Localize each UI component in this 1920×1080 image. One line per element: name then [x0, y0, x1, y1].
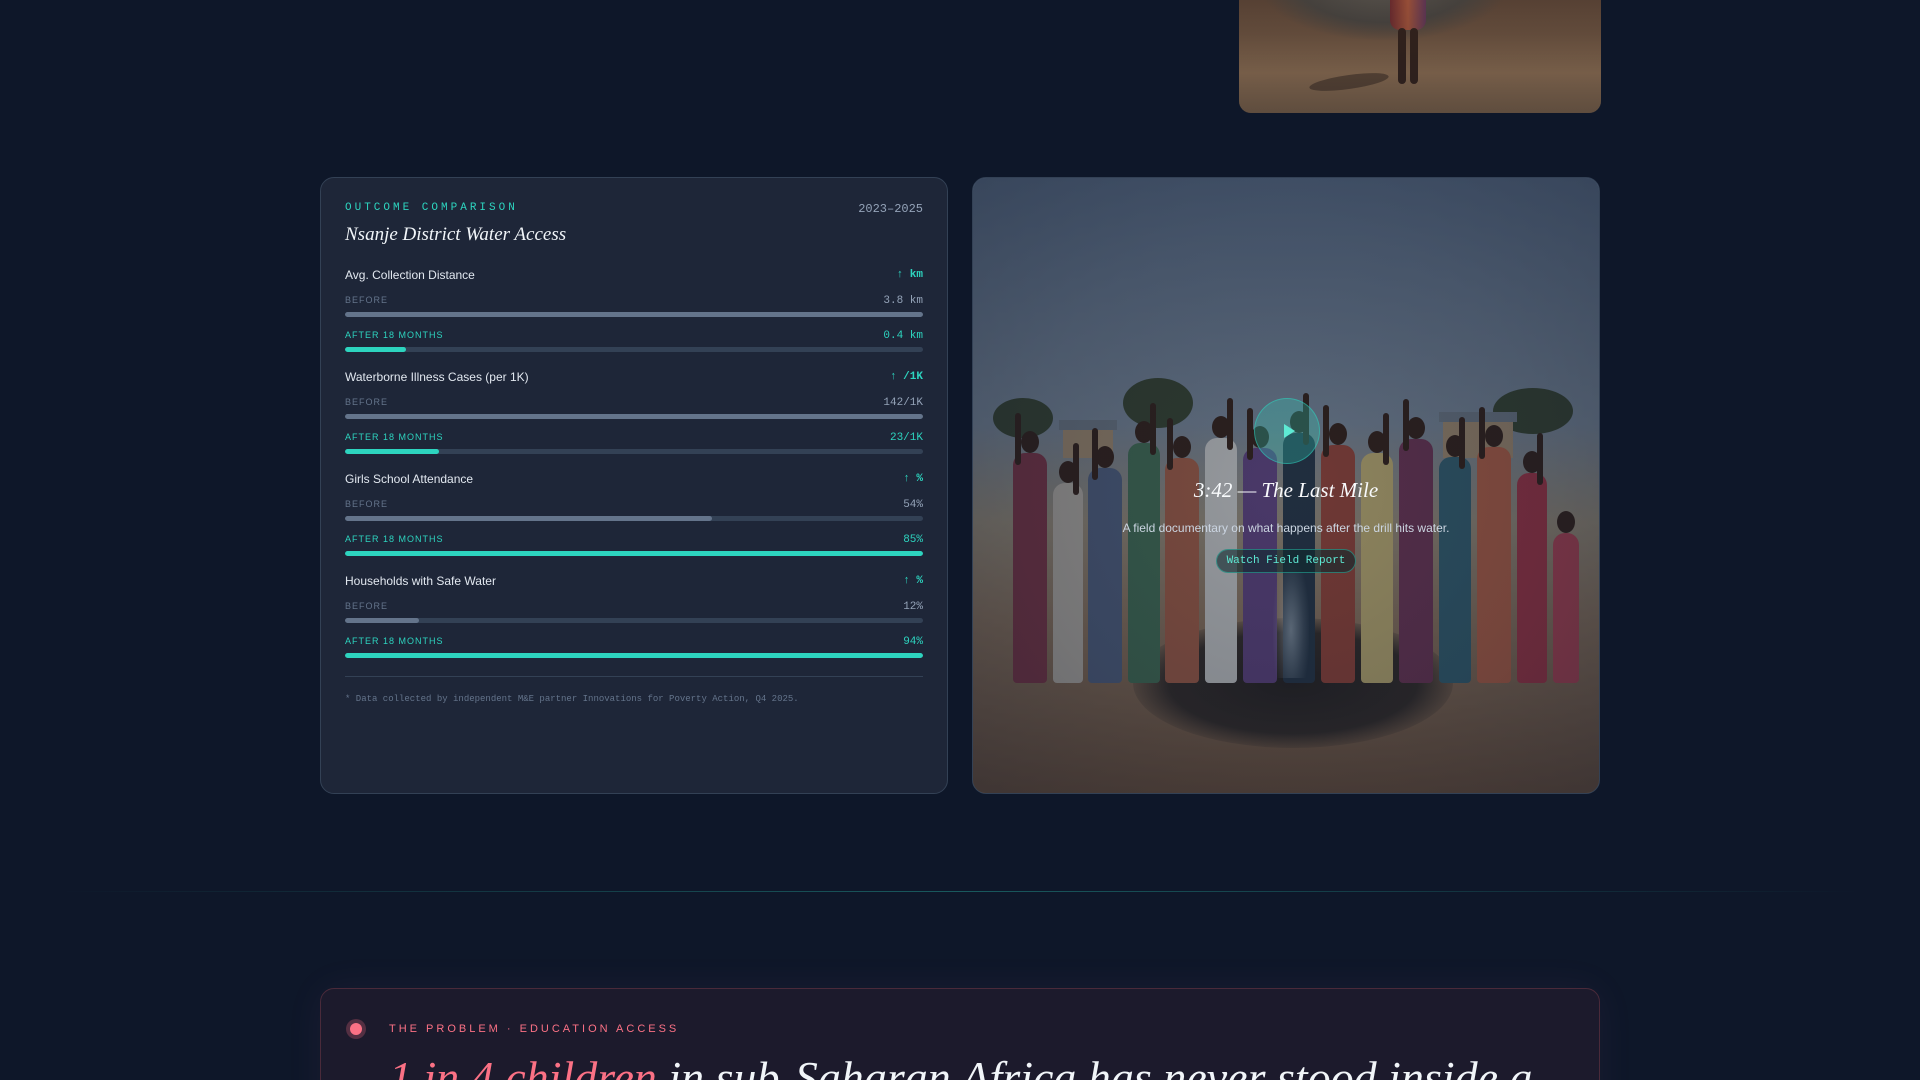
after-value: 85% — [903, 534, 923, 546]
metric-header: Waterborne Illness Cases (per 1K) ↑ /1K — [345, 370, 923, 384]
after-row: AFTER 18 MONTHS 94% — [345, 636, 923, 658]
after-row: AFTER 18 MONTHS 85% — [345, 534, 923, 556]
metric-label: Avg. Collection Distance — [345, 268, 475, 282]
after-value: 94% — [903, 636, 923, 648]
before-row: BEFORE 3.8 km — [345, 295, 923, 317]
metric-trend: ↑ km — [896, 269, 923, 281]
metric-label: Girls School Attendance — [345, 472, 474, 486]
after-bar — [345, 653, 923, 658]
date-range: 2023–2025 — [858, 202, 923, 216]
metric-item: Avg. Collection Distance ↑ km BEFORE 3.8 km… — [345, 268, 923, 352]
problem-headline: 1 in 4 children in sub-Saharan Africa ha… — [389, 1051, 1533, 1080]
after-label: AFTER 18 MONTHS — [345, 534, 444, 544]
before-bar — [345, 516, 713, 521]
after-bar-track — [345, 347, 923, 352]
metric-header: Avg. Collection Distance ↑ km — [345, 268, 923, 282]
section-divider — [60, 891, 1860, 892]
before-value: 3.8 km — [883, 295, 923, 307]
after-row: AFTER 18 MONTHS 0.4 km — [345, 330, 923, 352]
card-header: OUTCOME COMPARISON 2023–2025 — [345, 202, 923, 216]
after-bar-track — [345, 653, 923, 658]
after-bar-track — [345, 449, 923, 454]
metric-trend: ↑ % — [903, 473, 923, 485]
metric-trend: ↑ /1K — [889, 371, 923, 383]
data-footnote: * Data collected by independent M&E part… — [345, 676, 923, 704]
before-bar-track — [345, 618, 923, 623]
video-description: A field documentary on what happens afte… — [1122, 521, 1450, 535]
before-bar-track — [345, 516, 923, 521]
after-bar — [345, 449, 439, 454]
before-bar — [345, 618, 419, 623]
metrics-list: Avg. Collection Distance ↑ km BEFORE 3.8 km… — [345, 268, 923, 658]
play-icon — [1283, 424, 1295, 438]
video-title: 3:42 — The Last Mile — [1193, 478, 1379, 502]
metric-header: Households with Safe Water ↑ % — [345, 574, 923, 588]
after-bar-track — [345, 551, 923, 556]
outcome-comparison-card: OUTCOME COMPARISON 2023–2025 Nsanje Dist… — [320, 177, 948, 794]
metric-item: Households with Safe Water ↑ % BEFORE 12% AF… — [345, 574, 923, 658]
alert-dot-icon — [350, 1023, 362, 1035]
after-value: 0.4 km — [883, 330, 923, 342]
metric-header: Girls School Attendance ↑ % — [345, 472, 923, 486]
field-photo — [1239, 0, 1601, 113]
before-row: BEFORE 54% — [345, 499, 923, 521]
before-bar-track — [345, 312, 923, 317]
after-row: AFTER 18 MONTHS 23/1K — [345, 432, 923, 454]
before-row: BEFORE 12% — [345, 601, 923, 623]
before-label: BEFORE — [345, 499, 389, 509]
metric-item: Waterborne Illness Cases (per 1K) ↑ /1K BE… — [345, 370, 923, 454]
card-kicker: OUTCOME COMPARISON — [345, 202, 518, 214]
before-bar-track — [345, 414, 923, 419]
before-value: 12% — [903, 601, 923, 613]
headline-rest: in sub-Saharan Africa has never stood in… — [656, 1052, 1533, 1080]
video-caption: 3:42 — The Last Mile A field documentary… — [973, 478, 1599, 573]
watch-field-report-button[interactable]: Watch Field Report — [1215, 549, 1357, 573]
before-value: 54% — [903, 499, 923, 511]
after-label: AFTER 18 MONTHS — [345, 330, 444, 340]
card-title: Nsanje District Water Access — [345, 224, 567, 245]
metric-item: Girls School Attendance ↑ % BEFORE 54% AFTER… — [345, 472, 923, 556]
metric-label: Waterborne Illness Cases (per 1K) — [345, 370, 529, 384]
before-label: BEFORE — [345, 295, 389, 305]
before-value: 142/1K — [883, 397, 923, 409]
before-label: BEFORE — [345, 601, 389, 611]
video-card[interactable]: 3:42 — The Last Mile A field documentary… — [972, 177, 1600, 794]
after-bar — [345, 551, 923, 556]
page: OUTCOME COMPARISON 2023–2025 Nsanje Dist… — [0, 0, 1920, 1080]
after-label: AFTER 18 MONTHS — [345, 432, 444, 442]
before-row: BEFORE 142/1K — [345, 397, 923, 419]
after-label: AFTER 18 MONTHS — [345, 636, 444, 646]
headline-highlight: 1 in 4 children — [389, 1052, 657, 1080]
metric-label: Households with Safe Water — [345, 574, 496, 588]
after-bar — [345, 347, 406, 352]
play-button[interactable] — [1254, 398, 1320, 464]
before-bar — [345, 312, 923, 317]
problem-card: THE PROBLEM · EDUCATION ACCESS 1 in 4 ch… — [320, 988, 1600, 1080]
metric-trend: ↑ % — [903, 575, 923, 587]
problem-kicker: THE PROBLEM · EDUCATION ACCESS — [389, 1023, 680, 1035]
before-label: BEFORE — [345, 397, 389, 407]
after-value: 23/1K — [889, 432, 923, 444]
before-bar — [345, 414, 923, 419]
